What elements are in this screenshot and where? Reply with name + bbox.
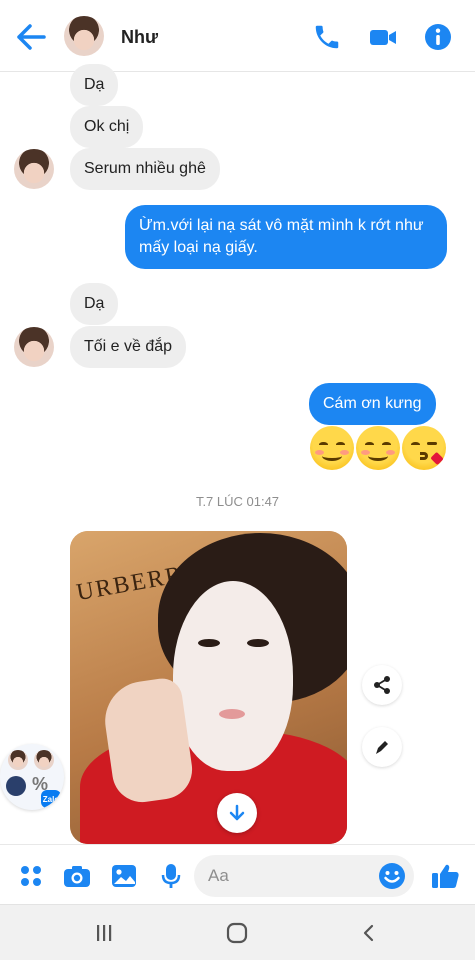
download-icon[interactable]	[217, 793, 257, 833]
smiling-emoji[interactable]	[356, 426, 400, 470]
message-bubble-incoming[interactable]: Dạ	[70, 64, 119, 106]
smiling-emoji[interactable]	[310, 426, 354, 470]
home-icon[interactable]	[224, 920, 250, 946]
contact-avatar-small[interactable]	[14, 327, 54, 367]
camera-icon[interactable]	[62, 861, 92, 891]
like-icon[interactable]	[430, 861, 460, 891]
messenger-screen: Như Dạ Ok chị Serum nhiều ghê Ừm.với lại…	[0, 0, 475, 960]
edit-icon[interactable]	[362, 727, 402, 767]
chat-header: Như	[0, 0, 475, 72]
back-icon[interactable]	[356, 920, 382, 946]
video-call-icon[interactable]	[368, 22, 398, 52]
message-bubble-incoming[interactable]: Ok chị	[70, 106, 144, 148]
chat-heads-bubble[interactable]: % Zalo	[0, 744, 64, 810]
chat-head-avatar	[8, 750, 28, 770]
message-bubble-outgoing[interactable]: Cám ơn kưng	[309, 383, 436, 425]
share-icon[interactable]	[362, 665, 402, 705]
contact-avatar-small[interactable]	[14, 149, 54, 189]
message-bubble-incoming[interactable]: Serum nhiều ghê	[70, 148, 220, 190]
message-input-placeholder: Aa	[208, 866, 229, 885]
menu-grid-icon[interactable]	[16, 861, 46, 891]
kissing-emoji[interactable]	[402, 426, 446, 470]
recent-apps-icon[interactable]	[91, 920, 117, 946]
contact-avatar[interactable]	[64, 16, 104, 56]
emoji-icon[interactable]	[377, 861, 407, 891]
android-navigation-bar	[0, 904, 475, 960]
shared-photo[interactable]: URBERR	[70, 531, 347, 844]
message-bubble-outgoing[interactable]: Ừm.với lại nạ sát vô mặt mình k rớt như …	[125, 205, 447, 269]
chat-head-avatar	[34, 750, 54, 770]
microphone-icon[interactable]	[156, 861, 186, 891]
message-bubble-incoming[interactable]: Tối e về đắp	[70, 326, 187, 368]
info-icon[interactable]	[423, 22, 453, 52]
gallery-icon[interactable]	[109, 861, 139, 891]
message-composer: Aa	[0, 844, 475, 904]
message-bubble-incoming[interactable]: Dạ	[70, 283, 119, 325]
back-arrow-icon[interactable]	[14, 22, 48, 52]
phone-icon[interactable]	[312, 22, 342, 52]
chat-head-avatar	[6, 776, 26, 796]
contact-name[interactable]: Như	[121, 27, 158, 48]
message-timestamp: T.7 LÚC 01:47	[195, 494, 280, 509]
zalo-badge: Zalo	[41, 790, 61, 808]
